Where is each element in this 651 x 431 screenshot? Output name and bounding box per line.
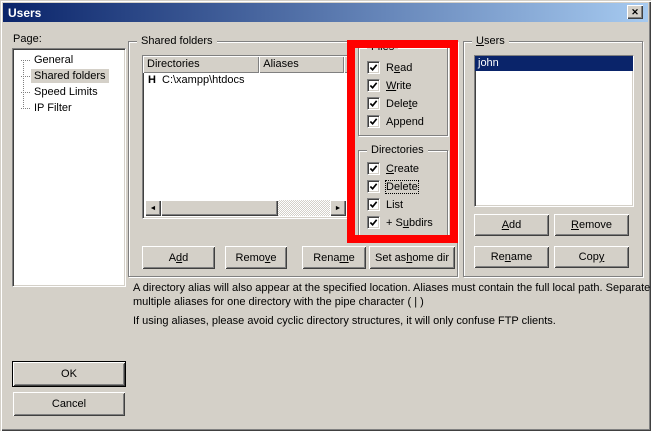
scroll-left-button[interactable]: ◄ (145, 200, 161, 216)
tree-stub (21, 76, 30, 77)
scrollbar-thumb[interactable] (161, 200, 278, 216)
checkbox-label: + Subdirs (386, 217, 433, 229)
checkbox-icon[interactable] (367, 180, 380, 193)
checkbox-write[interactable]: Write (367, 79, 411, 92)
checkbox-label: List (386, 199, 403, 211)
checkbox-icon[interactable] (367, 97, 380, 110)
horizontal-scrollbar[interactable]: ◄ ► (145, 200, 346, 216)
checkbox-label: Create (386, 163, 419, 175)
user-copy-button[interactable]: Copy (554, 246, 629, 268)
scroll-right-button[interactable]: ► (330, 200, 346, 216)
directories-permissions-group: Directories Create Delete List + Subdirs (358, 150, 448, 240)
checkbox-label: Delete (386, 181, 418, 193)
tree-stub (21, 108, 30, 109)
sidebar-item-ip-filter[interactable]: IP Filter (13, 100, 125, 116)
scroll-right-icon: ► (335, 205, 342, 212)
titlebar[interactable]: Users ✕ (3, 3, 648, 22)
users-dialog: Users ✕ Page: General Shared folders Spe… (0, 0, 651, 431)
shared-remove-button[interactable]: Remove (225, 246, 287, 269)
users-group: Users john Add Remove Rename Copy (463, 41, 643, 277)
checkbox-icon[interactable] (367, 61, 380, 74)
sidebar-item-label: Speed Limits (31, 85, 101, 99)
sidebar-item-general[interactable]: General (13, 52, 125, 68)
user-remove-button[interactable]: Remove (554, 214, 629, 236)
cyclic-note-text: If using aliases, please avoid cyclic di… (133, 314, 651, 328)
files-permissions-group: Files Read Write Delete Append (358, 47, 448, 136)
checkbox-list[interactable]: List (367, 198, 403, 211)
list-header: Directories Aliases (143, 56, 348, 73)
checkbox-delete-dirs[interactable]: Delete (367, 180, 418, 193)
table-row[interactable]: H C:\xampp\htdocs (143, 73, 348, 87)
checkbox-icon[interactable] (367, 79, 380, 92)
sidebar-item-shared-folders[interactable]: Shared folders (13, 68, 125, 84)
directories-group-label: Directories (367, 144, 428, 156)
shared-folders-group-label: Shared folders (137, 35, 217, 47)
tree-stub (21, 92, 30, 93)
sidebar-item-label: Shared folders (31, 69, 109, 83)
shared-add-button[interactable]: Add (142, 246, 215, 269)
set-as-home-dir-button[interactable]: Set as home dir (369, 246, 455, 269)
users-group-label: Users (472, 35, 509, 47)
checkbox-label: Append (386, 116, 424, 128)
cancel-button[interactable]: Cancel (13, 392, 125, 416)
checkbox-subdirs[interactable]: + Subdirs (367, 216, 433, 229)
sidebar-item-label: General (31, 53, 76, 67)
alias-note-text: A directory alias will also appear at th… (133, 281, 651, 309)
scroll-left-icon: ◄ (150, 205, 157, 212)
directory-path: C:\xampp\htdocs (162, 74, 245, 86)
checkbox-append[interactable]: Append (367, 115, 424, 128)
list-item-user[interactable]: john (475, 56, 633, 71)
close-button[interactable]: ✕ (627, 5, 643, 19)
sidebar-item-speed-limits[interactable]: Speed Limits (13, 84, 125, 100)
users-list[interactable]: john (474, 55, 634, 207)
checkbox-icon[interactable] (367, 115, 380, 128)
tree-stub (21, 60, 30, 61)
checkbox-create[interactable]: Create (367, 162, 419, 175)
user-add-button[interactable]: Add (474, 214, 549, 236)
column-header-directories[interactable]: Directories (143, 56, 259, 73)
checkbox-icon[interactable] (367, 162, 380, 175)
column-header-aliases[interactable]: Aliases (259, 56, 344, 73)
sidebar-item-label: IP Filter (31, 101, 75, 115)
page-label: Page: (13, 33, 42, 45)
files-group-label: Files (367, 41, 398, 53)
user-rename-button[interactable]: Rename (474, 246, 549, 268)
checkbox-label: Write (386, 80, 411, 92)
column-header-filler (344, 56, 348, 73)
checkbox-label: Delete (386, 98, 418, 110)
checkbox-label: Read (386, 62, 412, 74)
checkbox-delete-files[interactable]: Delete (367, 97, 418, 110)
checkbox-read[interactable]: Read (367, 61, 412, 74)
ok-button[interactable]: OK (13, 362, 125, 386)
shared-folders-list: Directories Aliases H C:\xampp\htdocs ◄ … (142, 55, 349, 219)
checkbox-icon[interactable] (367, 216, 380, 229)
shared-rename-button[interactable]: Rename (302, 246, 366, 269)
checkbox-icon[interactable] (367, 198, 380, 211)
page-tree: General Shared folders Speed Limits IP F… (12, 48, 126, 287)
window-title: Users (3, 6, 41, 20)
home-marker: H (148, 74, 162, 86)
close-icon: ✕ (631, 7, 639, 18)
